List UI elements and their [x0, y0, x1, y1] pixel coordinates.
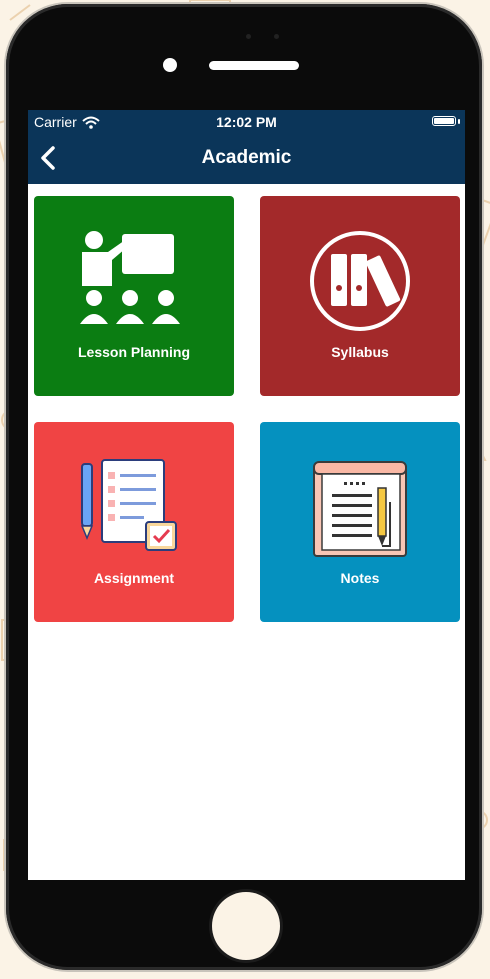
front-sensor [274, 34, 279, 39]
binders-icon [310, 231, 410, 331]
teacher-classroom-icon [80, 231, 180, 324]
tile-label: Lesson Planning [77, 344, 190, 360]
tile-label: Assignment [93, 570, 175, 586]
app-screen: Carrier 12:02 PM Academic Lesson Plannin… [28, 110, 465, 880]
battery-icon [432, 116, 456, 126]
sensor-dot [246, 34, 251, 39]
assignment-checklist-icon [80, 459, 177, 551]
status-time: 12:02 PM [216, 114, 277, 130]
battery-tip [458, 119, 460, 124]
notebook-pencil-icon [313, 461, 407, 557]
home-button[interactable] [212, 892, 280, 960]
tile-label: Syllabus [331, 344, 389, 360]
navigation-bar: Academic [28, 134, 465, 184]
tile-lesson-planning[interactable]: Lesson Planning [34, 196, 234, 396]
front-camera [163, 58, 177, 72]
status-bar: Carrier 12:02 PM [28, 110, 465, 134]
tile-notes[interactable]: Notes [260, 422, 460, 622]
battery-level [434, 118, 454, 124]
tile-label: Notes [340, 570, 380, 586]
page-title: Academic [201, 147, 292, 168]
tile-assignment[interactable]: Assignment [34, 422, 234, 622]
earpiece-speaker [209, 61, 299, 70]
tile-syllabus[interactable]: Syllabus [260, 196, 460, 396]
